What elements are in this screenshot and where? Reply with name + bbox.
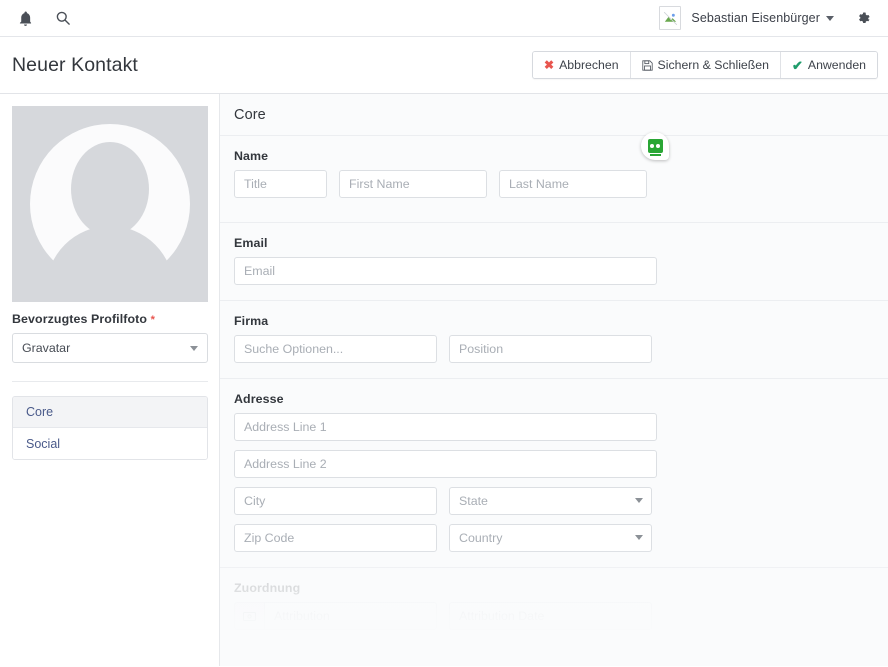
cancel-button[interactable]: ✖ Abbrechen: [533, 52, 630, 78]
name-fields-row: [234, 170, 874, 198]
attribution-input[interactable]: [264, 602, 437, 630]
money-bill-icon: [234, 602, 264, 630]
email-input[interactable]: [234, 257, 657, 285]
country-select-wrapper: [449, 524, 652, 552]
last-name-input[interactable]: [499, 170, 647, 198]
attribution-input-group: [234, 602, 437, 630]
top-navigation-bar: Sebastian Eisenbürger: [0, 0, 888, 37]
zip-country-row: [234, 524, 874, 552]
country-select[interactable]: [449, 524, 652, 552]
check-icon: ✔: [791, 57, 803, 73]
preferred-photo-label-text: Bevorzugtes Profilfoto: [12, 312, 148, 326]
state-select[interactable]: [449, 487, 652, 515]
roboform-glyph: [647, 139, 663, 156]
company-search-input[interactable]: [234, 335, 437, 363]
silhouette-head: [71, 142, 149, 236]
apply-button[interactable]: ✔ Anwenden: [779, 52, 877, 78]
firma-group-label: Firma: [234, 314, 269, 328]
sidebar-divider: [12, 381, 208, 382]
page-body: Bevorzugtes Profilfoto * Gravatar Core S…: [0, 94, 888, 666]
form-group-verkaeufername: Verkaeufername: [220, 646, 888, 666]
name-group-label: Name: [234, 149, 269, 163]
form-group-name: Name: [220, 132, 888, 223]
photo-source-select[interactable]: Gravatar: [12, 333, 208, 363]
sidebar-item-core-label: Core: [26, 405, 54, 419]
save-and-close-button-label: Sichern & Schließen: [657, 58, 769, 72]
avatar: [659, 6, 682, 30]
sidebar-item-social[interactable]: Social: [13, 428, 207, 459]
chevron-down-icon: [190, 346, 198, 351]
topbar-left-actions: [8, 7, 74, 29]
sidebar-item-social-label: Social: [26, 436, 61, 451]
topbar-user-menu[interactable]: Sebastian Eisenbürger: [659, 6, 876, 30]
attribution-date-input[interactable]: [449, 602, 652, 630]
apply-button-label: Anwenden: [807, 58, 866, 72]
chevron-down-icon[interactable]: [826, 15, 834, 21]
city-input[interactable]: [234, 487, 437, 515]
sidebar-item-core[interactable]: Core: [13, 397, 207, 428]
user-name-label: Sebastian Eisenbürger: [691, 11, 820, 25]
sidebar-nav-list: Core Social: [12, 396, 208, 460]
form-group-firma: Firma: [220, 301, 888, 379]
x-icon: ✖: [544, 58, 555, 72]
form-group-adresse: Adresse: [220, 379, 888, 568]
title-input[interactable]: [234, 170, 327, 198]
verkaeufername-group-label: Verkaeufername: [234, 659, 332, 666]
form-group-email: Email: [220, 223, 888, 301]
bell-icon[interactable]: [14, 7, 36, 29]
header-action-buttons: ✖ Abbrechen Sichern & Schließen ✔ Anwend…: [532, 51, 878, 79]
zip-code-input[interactable]: [234, 524, 437, 552]
position-input[interactable]: [449, 335, 652, 363]
form-section-title-row: Core: [220, 94, 888, 136]
save-and-close-button[interactable]: Sichern & Schließen: [629, 52, 780, 78]
gear-icon[interactable]: [852, 7, 874, 29]
attribution-fields-row: [234, 602, 874, 630]
page-title: Neuer Kontakt: [12, 53, 138, 76]
zuordnung-group-label: Zuordnung: [234, 581, 301, 595]
chevron-down-icon: [635, 535, 643, 540]
address-line1-row: [234, 413, 874, 441]
adresse-group-label: Adresse: [234, 392, 284, 406]
address-line-2-input[interactable]: [234, 450, 657, 478]
address-line2-row: [234, 450, 874, 478]
city-state-row: [234, 487, 874, 515]
first-name-input[interactable]: [339, 170, 487, 198]
form-group-zuordnung: Zuordnung: [220, 568, 888, 646]
broken-image-icon: [663, 11, 677, 25]
search-icon[interactable]: [52, 7, 74, 29]
chevron-down-icon: [635, 498, 643, 503]
address-line-1-input[interactable]: [234, 413, 657, 441]
floppy-disk-icon: [641, 59, 653, 71]
preferred-photo-label: Bevorzugtes Profilfoto *: [12, 312, 208, 326]
main-form-panel: Core Name Email Firma: [220, 94, 888, 666]
email-fields-row: [234, 257, 874, 285]
required-marker: *: [150, 314, 155, 326]
email-group-label: Email: [234, 236, 268, 250]
state-select-wrapper: [449, 487, 652, 515]
cancel-button-label: Abbrechen: [559, 58, 619, 72]
page-header: Neuer Kontakt ✖ Abbrechen Sichern & Schl…: [0, 37, 888, 94]
sidebar: Bevorzugtes Profilfoto * Gravatar Core S…: [0, 94, 220, 666]
form-section-title: Core: [234, 106, 266, 123]
photo-source-value: Gravatar: [22, 341, 71, 355]
profile-photo-placeholder[interactable]: [12, 106, 208, 302]
firma-fields-row: [234, 335, 874, 363]
roboform-badge-icon[interactable]: [641, 132, 669, 160]
